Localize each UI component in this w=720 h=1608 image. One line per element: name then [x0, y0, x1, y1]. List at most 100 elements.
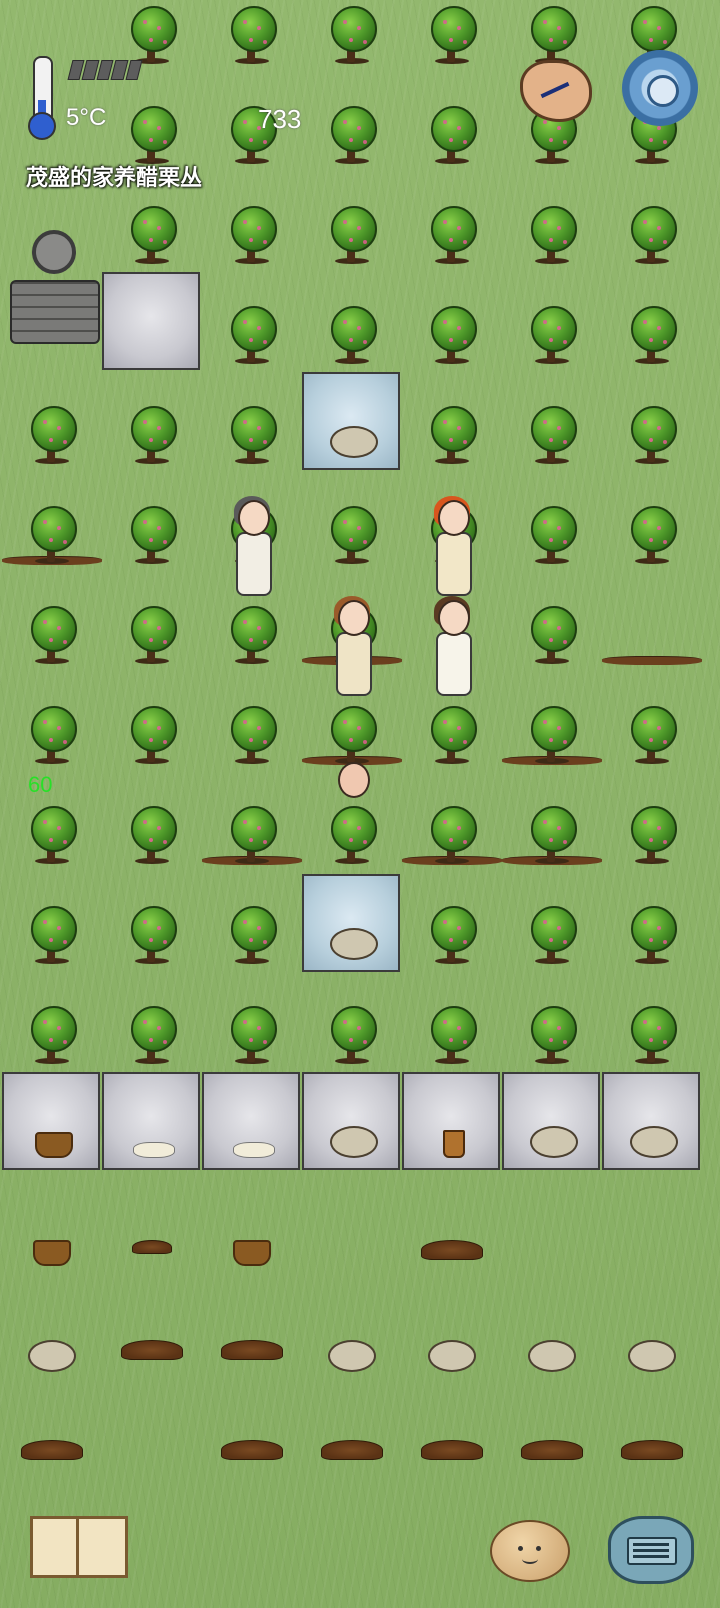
- gooseberry-bush[interactable]: [202, 0, 302, 100]
- rabbit-item[interactable]: [328, 1340, 376, 1372]
- gooseberry-bush[interactable]: [602, 700, 702, 800]
- floor-tile[interactable]: [602, 1072, 700, 1170]
- gear-icon: [647, 75, 679, 107]
- floor-tile[interactable]: [102, 1072, 200, 1170]
- gooseberry-bush[interactable]: [502, 200, 602, 300]
- gooseberry-bush[interactable]: [602, 400, 702, 500]
- pile-item[interactable]: [221, 1340, 283, 1360]
- gooseberry-bush[interactable]: [502, 500, 602, 600]
- rabbit-item[interactable]: [628, 1340, 676, 1372]
- rabbit-item[interactable]: [630, 1126, 678, 1158]
- settings-button[interactable]: [622, 50, 698, 126]
- pile-item[interactable]: [521, 1440, 583, 1460]
- floor-tile[interactable]: [302, 874, 400, 972]
- pile-item[interactable]: [221, 1440, 283, 1460]
- bush-crown: [31, 706, 77, 752]
- gooseberry-bush[interactable]: [2, 400, 102, 500]
- floor-tile[interactable]: [2, 1072, 100, 1170]
- gooseberry-bush[interactable]: [302, 200, 402, 300]
- gooseberry-bush[interactable]: [202, 900, 302, 1000]
- gooseberry-bush[interactable]: [502, 300, 602, 400]
- gooseberry-bush[interactable]: [402, 700, 502, 800]
- gooseberry-bush[interactable]: [102, 900, 202, 1000]
- rabbit-item[interactable]: [28, 1340, 76, 1372]
- gooseberry-bush[interactable]: [202, 700, 302, 800]
- bucket-item[interactable]: [443, 1130, 465, 1158]
- rabbit-item[interactable]: [330, 928, 378, 960]
- gooseberry-bush[interactable]: [402, 400, 502, 500]
- floor-tile[interactable]: [302, 372, 400, 470]
- gooseberry-bush[interactable]: [102, 0, 202, 100]
- stone-well[interactable]: [10, 230, 100, 344]
- rabbit-item[interactable]: [530, 1126, 578, 1158]
- floor-tile[interactable]: [102, 272, 200, 370]
- gooseberry-bush[interactable]: [402, 100, 502, 200]
- gooseberry-bush[interactable]: [2, 500, 102, 600]
- gooseberry-bush[interactable]: [402, 200, 502, 300]
- rabbit-item[interactable]: [428, 1340, 476, 1372]
- gooseberry-bush[interactable]: [602, 300, 702, 400]
- gooseberry-bush[interactable]: [202, 200, 302, 300]
- floor-tile[interactable]: [502, 1072, 600, 1170]
- gooseberry-bush[interactable]: [602, 800, 702, 900]
- basket-item[interactable]: [35, 1132, 73, 1158]
- bush-crown: [31, 806, 77, 852]
- gooseberry-bush[interactable]: [202, 600, 302, 700]
- gooseberry-bush[interactable]: [502, 600, 602, 700]
- gooseberry-bush[interactable]: [302, 100, 402, 200]
- bush-crown: [331, 806, 377, 852]
- floor-tile[interactable]: [202, 1072, 300, 1170]
- chat-button[interactable]: [608, 1516, 694, 1584]
- cloth-item[interactable]: [233, 1142, 275, 1158]
- thermometer-icon: [26, 56, 56, 140]
- bush-crown: [631, 806, 677, 852]
- gooseberry-bush[interactable]: [502, 700, 602, 800]
- pile-item[interactable]: [21, 1440, 83, 1460]
- gooseberry-bush[interactable]: [402, 0, 502, 100]
- gooseberry-bush[interactable]: [202, 800, 302, 900]
- cloth-item[interactable]: [133, 1142, 175, 1158]
- gooseberry-bush[interactable]: [302, 0, 402, 100]
- gooseberry-bush[interactable]: [102, 400, 202, 500]
- bush-crown: [431, 406, 477, 452]
- rabbit-item[interactable]: [528, 1340, 576, 1372]
- basket-item[interactable]: [233, 1240, 271, 1266]
- pile-small-item[interactable]: [132, 1240, 172, 1254]
- clock-button[interactable]: [520, 52, 592, 122]
- emote-button[interactable]: [490, 1520, 570, 1582]
- gooseberry-bush[interactable]: [502, 400, 602, 500]
- gooseberry-bush[interactable]: [2, 900, 102, 1000]
- gooseberry-bush[interactable]: [102, 500, 202, 600]
- gooseberry-bush[interactable]: [202, 300, 302, 400]
- soil-furrow[interactable]: [602, 656, 702, 665]
- floor-tile[interactable]: [402, 1072, 500, 1170]
- gooseberry-bush[interactable]: [502, 900, 602, 1000]
- pile-item[interactable]: [621, 1440, 683, 1460]
- gooseberry-bush[interactable]: [402, 300, 502, 400]
- bush-crown: [331, 506, 377, 552]
- floor-tile[interactable]: [302, 1072, 400, 1170]
- pile-item[interactable]: [421, 1440, 483, 1460]
- pile-item[interactable]: [421, 1240, 483, 1260]
- rabbit-item[interactable]: [330, 426, 378, 458]
- gooseberry-bush[interactable]: [602, 200, 702, 300]
- tech-book-button[interactable]: [30, 1516, 128, 1578]
- gooseberry-bush[interactable]: [102, 800, 202, 900]
- rabbit-item[interactable]: [330, 1126, 378, 1158]
- gooseberry-bush[interactable]: [102, 700, 202, 800]
- basket-item[interactable]: [33, 1240, 71, 1266]
- gooseberry-bush[interactable]: [602, 500, 702, 600]
- gooseberry-bush[interactable]: [602, 900, 702, 1000]
- gooseberry-bush[interactable]: [302, 500, 402, 600]
- gooseberry-bush[interactable]: [202, 400, 302, 500]
- gooseberry-bush[interactable]: [402, 800, 502, 900]
- gooseberry-bush[interactable]: [2, 800, 102, 900]
- pile-item[interactable]: [121, 1340, 183, 1360]
- gooseberry-bush[interactable]: [402, 900, 502, 1000]
- gooseberry-bush[interactable]: [502, 800, 602, 900]
- villager-body: [336, 632, 372, 696]
- gooseberry-bush[interactable]: [2, 600, 102, 700]
- gooseberry-bush[interactable]: [102, 600, 202, 700]
- pile-item[interactable]: [321, 1440, 383, 1460]
- game-world[interactable]: [0, 0, 720, 1608]
